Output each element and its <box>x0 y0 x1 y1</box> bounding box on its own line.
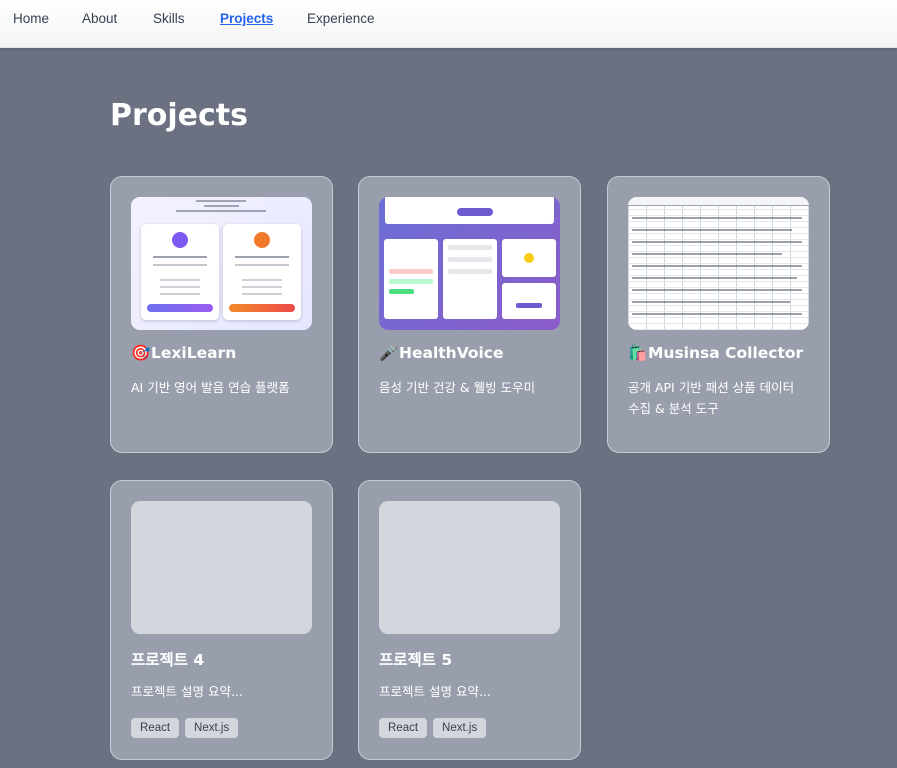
shopping-bags-icon: 🛍️ <box>628 344 648 362</box>
project-card-musinsa-collector[interactable]: 🛍️Musinsa Collector 공개 API 기반 패션 상품 데이터 … <box>607 176 830 453</box>
top-navbar: Home About Skills Projects Experience <box>0 0 897 48</box>
project-thumbnail-placeholder <box>379 501 560 634</box>
nav-home[interactable]: Home <box>13 11 49 26</box>
tag-react: React <box>379 718 428 738</box>
project-title: 프로젝트 5 <box>379 651 453 669</box>
project-description: 프로젝트 설명 요약... <box>379 684 491 699</box>
page-title: Projects <box>110 98 249 133</box>
project-title: HealthVoice <box>399 344 504 362</box>
nav-skills[interactable]: Skills <box>153 11 185 26</box>
project-title: 프로젝트 4 <box>131 651 205 669</box>
project-description: 공개 API 기반 패션 상품 데이터 수집 & 분석 도구 <box>628 380 795 416</box>
project-card-4[interactable]: 프로젝트 4 프로젝트 설명 요약... React Next.js <box>110 480 333 760</box>
project-title: LexiLearn <box>151 344 237 362</box>
project-thumbnail <box>131 197 312 330</box>
tag-list: React Next.js <box>379 716 492 738</box>
tag-nextjs: Next.js <box>433 718 487 738</box>
project-card-lexilearn[interactable]: 🎯LexiLearn AI 기반 영어 발음 연습 플랫폼 <box>110 176 333 453</box>
tag-list: React Next.js <box>131 716 244 738</box>
project-title: Musinsa Collector <box>648 344 804 362</box>
tag-nextjs: Next.js <box>185 718 239 738</box>
nav-about[interactable]: About <box>82 11 117 26</box>
project-description: 음성 기반 건강 & 웰빙 도우미 <box>379 380 536 395</box>
microphone-icon: 🎤 <box>379 344 399 362</box>
nav-projects[interactable]: Projects <box>220 11 273 26</box>
project-thumbnail <box>379 197 560 330</box>
target-icon: 🎯 <box>131 344 151 362</box>
project-thumbnail-placeholder <box>131 501 312 634</box>
project-card-5[interactable]: 프로젝트 5 프로젝트 설명 요약... React Next.js <box>358 480 581 760</box>
project-description: 프로젝트 설명 요약... <box>131 684 243 699</box>
nav-experience[interactable]: Experience <box>307 11 375 26</box>
tag-react: React <box>131 718 180 738</box>
project-description: AI 기반 영어 발음 연습 플랫폼 <box>131 380 290 395</box>
project-thumbnail <box>628 197 809 330</box>
project-card-healthvoice[interactable]: 🎤HealthVoice 음성 기반 건강 & 웰빙 도우미 <box>358 176 581 453</box>
